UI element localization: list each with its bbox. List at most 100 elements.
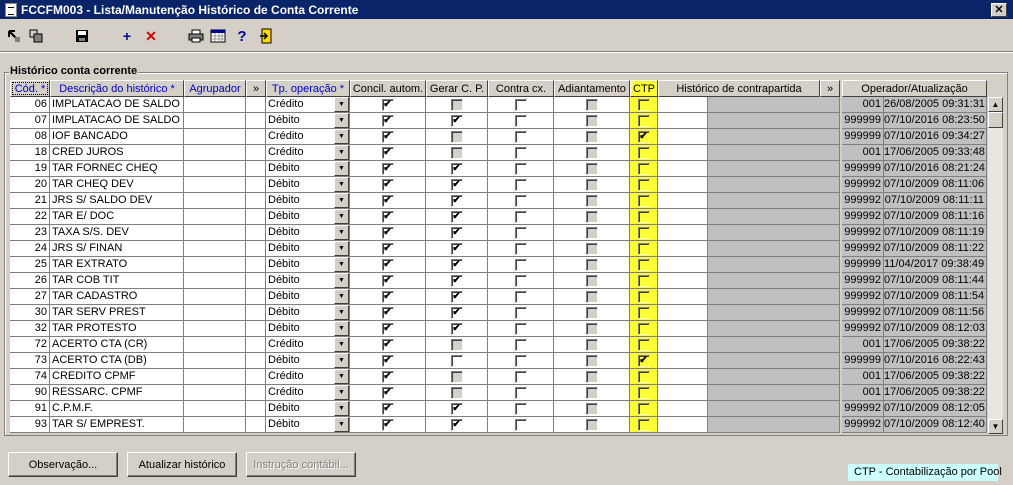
historico-contrapartida-cell[interactable] — [658, 353, 708, 369]
contra-cx-checkbox[interactable] — [514, 275, 527, 287]
cod-cell[interactable]: 23 — [10, 225, 50, 241]
cod-cell[interactable]: 07 — [10, 113, 50, 129]
concil-autom-checkbox[interactable]: ✔ — [381, 419, 394, 431]
add-icon[interactable]: + — [117, 26, 137, 46]
chevron-down-icon[interactable]: ▼ — [334, 241, 349, 256]
historico-contrapartida-cell[interactable] — [658, 369, 708, 385]
descricao-cell[interactable]: TAR COB TIT — [50, 273, 184, 289]
descricao-cell[interactable]: IMPLATACAO DE SALDO ( — [50, 97, 184, 113]
adiantamento-checkbox[interactable] — [585, 419, 598, 431]
gerar-cp-checkbox[interactable]: ✔ — [450, 419, 463, 431]
chevron-down-icon[interactable]: ▼ — [334, 161, 349, 176]
chevron-down-icon[interactable]: ▼ — [334, 145, 349, 160]
adiantamento-checkbox[interactable] — [585, 211, 598, 223]
contra-cx-checkbox[interactable] — [514, 387, 527, 399]
cod-cell[interactable]: 21 — [10, 193, 50, 209]
descricao-cell[interactable]: TAXA S/S. DEV — [50, 225, 184, 241]
ctp-checkbox[interactable]: ✔ — [637, 131, 650, 143]
gerar-cp-checkbox[interactable] — [450, 387, 463, 399]
concil-autom-checkbox[interactable]: ✔ — [381, 387, 394, 399]
descricao-cell[interactable]: RESSARC. CPMF — [50, 385, 184, 401]
descricao-cell[interactable]: CRED JUROS — [50, 145, 184, 161]
agrupador-cell[interactable] — [184, 97, 246, 113]
tp-operacao-select[interactable]: Débito ▼ — [266, 289, 350, 305]
adiantamento-checkbox[interactable] — [585, 371, 598, 383]
gerar-cp-checkbox[interactable]: ✔ — [450, 259, 463, 271]
gerar-cp-checkbox[interactable]: ✔ — [450, 163, 463, 175]
contra-cx-checkbox[interactable] — [514, 403, 527, 415]
historico-contrapartida-cell[interactable] — [658, 177, 708, 193]
adiantamento-checkbox[interactable] — [585, 195, 598, 207]
contra-cx-checkbox[interactable] — [514, 131, 527, 143]
concil-autom-checkbox[interactable]: ✔ — [381, 195, 394, 207]
contra-cx-checkbox[interactable] — [514, 323, 527, 335]
descricao-cell[interactable]: TAR CADASTRO — [50, 289, 184, 305]
contra-cx-checkbox[interactable] — [514, 339, 527, 351]
ctp-checkbox[interactable] — [637, 275, 650, 287]
gerar-cp-checkbox[interactable]: ✔ — [450, 275, 463, 287]
contra-cx-checkbox[interactable] — [514, 99, 527, 111]
descricao-cell[interactable]: C.P.M.F. — [50, 401, 184, 417]
concil-autom-checkbox[interactable]: ✔ — [381, 163, 394, 175]
agrupador-cell[interactable] — [184, 225, 246, 241]
agrupador-cell[interactable] — [184, 401, 246, 417]
cod-cell[interactable]: 18 — [10, 145, 50, 161]
contra-cx-checkbox[interactable] — [514, 243, 527, 255]
col-header-concil[interactable]: Concil. autom. — [350, 80, 426, 97]
tp-operacao-select[interactable]: Débito ▼ — [266, 321, 350, 337]
historico-contrapartida-cell[interactable] — [658, 225, 708, 241]
cod-cell[interactable]: 73 — [10, 353, 50, 369]
contra-cx-checkbox[interactable] — [514, 371, 527, 383]
contra-cx-checkbox[interactable] — [514, 419, 527, 431]
agrupador-cell[interactable] — [184, 353, 246, 369]
chevron-down-icon[interactable]: ▼ — [334, 369, 349, 384]
historico-contrapartida-cell[interactable] — [658, 145, 708, 161]
adiantamento-checkbox[interactable] — [585, 131, 598, 143]
tp-operacao-select[interactable]: Débito ▼ — [266, 417, 350, 433]
adiantamento-checkbox[interactable] — [585, 275, 598, 287]
contra-cx-checkbox[interactable] — [514, 147, 527, 159]
contra-cx-checkbox[interactable] — [514, 163, 527, 175]
gerar-cp-checkbox[interactable] — [450, 371, 463, 383]
historico-contrapartida-cell[interactable] — [658, 417, 708, 433]
concil-autom-checkbox[interactable]: ✔ — [381, 115, 394, 127]
historico-contrapartida-cell[interactable] — [658, 129, 708, 145]
agrupador-cell[interactable] — [184, 113, 246, 129]
cod-cell[interactable]: 72 — [10, 337, 50, 353]
historico-contrapartida-cell[interactable] — [658, 305, 708, 321]
scroll-down-icon[interactable]: ▼ — [988, 419, 1003, 434]
gerar-cp-checkbox[interactable]: ✔ — [450, 227, 463, 239]
concil-autom-checkbox[interactable]: ✔ — [381, 147, 394, 159]
historico-contrapartida-cell[interactable] — [658, 97, 708, 113]
col-header-tp-operacao[interactable]: Tp. operação * — [266, 80, 350, 97]
adiantamento-checkbox[interactable] — [585, 99, 598, 111]
contra-cx-checkbox[interactable] — [514, 307, 527, 319]
agrupador-cell[interactable] — [184, 369, 246, 385]
ctp-checkbox[interactable] — [637, 179, 650, 191]
concil-autom-checkbox[interactable]: ✔ — [381, 403, 394, 415]
historico-contrapartida-cell[interactable] — [658, 193, 708, 209]
descricao-cell[interactable]: TAR PROTESTO — [50, 321, 184, 337]
cod-cell[interactable]: 74 — [10, 369, 50, 385]
concil-autom-checkbox[interactable]: ✔ — [381, 211, 394, 223]
cod-cell[interactable]: 93 — [10, 417, 50, 433]
ctp-checkbox[interactable] — [637, 371, 650, 383]
agrupador-cell[interactable] — [184, 161, 246, 177]
observacao-button[interactable]: Observação... — [8, 452, 118, 477]
chevron-down-icon[interactable]: ▼ — [334, 337, 349, 352]
gerar-cp-checkbox[interactable] — [450, 99, 463, 111]
chevron-down-icon[interactable]: ▼ — [334, 209, 349, 224]
concil-autom-checkbox[interactable]: ✔ — [381, 227, 394, 239]
ctp-checkbox[interactable] — [637, 339, 650, 351]
scroll-thumb[interactable] — [988, 112, 1003, 128]
tp-operacao-select[interactable]: Débito ▼ — [266, 241, 350, 257]
col-header-agrupador[interactable]: Agrupador — [184, 80, 246, 97]
concil-autom-checkbox[interactable]: ✔ — [381, 371, 394, 383]
ctp-checkbox[interactable] — [637, 99, 650, 111]
descricao-cell[interactable]: TAR SERV PREST — [50, 305, 184, 321]
col-header-historico-contrapartida[interactable]: Histórico de contrapartida — [658, 80, 820, 97]
cod-cell[interactable]: 32 — [10, 321, 50, 337]
contra-cx-checkbox[interactable] — [514, 115, 527, 127]
adiantamento-checkbox[interactable] — [585, 227, 598, 239]
tp-operacao-select[interactable]: Crédito ▼ — [266, 337, 350, 353]
